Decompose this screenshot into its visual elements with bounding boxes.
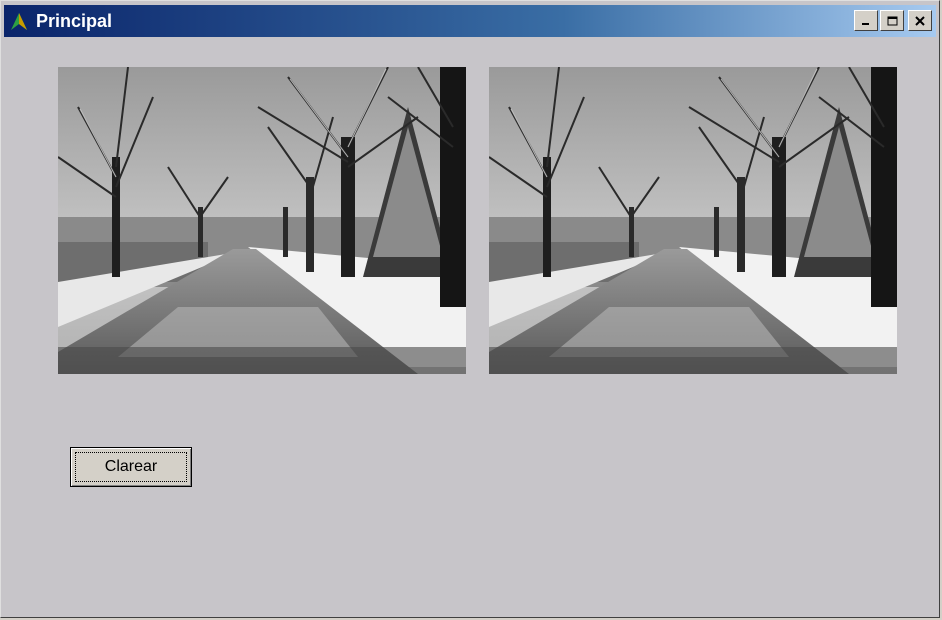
window-title: Principal xyxy=(36,10,113,31)
maximize-icon xyxy=(887,16,897,25)
close-button[interactable] xyxy=(908,10,932,31)
title-bar[interactable]: Principal xyxy=(4,5,936,37)
clarear-button[interactable]: Clarear xyxy=(70,447,192,487)
close-icon xyxy=(915,15,925,26)
minimize-button[interactable] xyxy=(854,10,878,31)
processed-image xyxy=(489,67,897,374)
original-image xyxy=(58,67,466,374)
main-window: Principal Clarear xyxy=(0,0,940,618)
app-icon xyxy=(11,13,27,30)
clarear-button-label: Clarear xyxy=(75,452,187,482)
minimize-icon xyxy=(862,22,869,25)
window-controls xyxy=(854,10,932,31)
maximize-button[interactable] xyxy=(880,10,904,31)
